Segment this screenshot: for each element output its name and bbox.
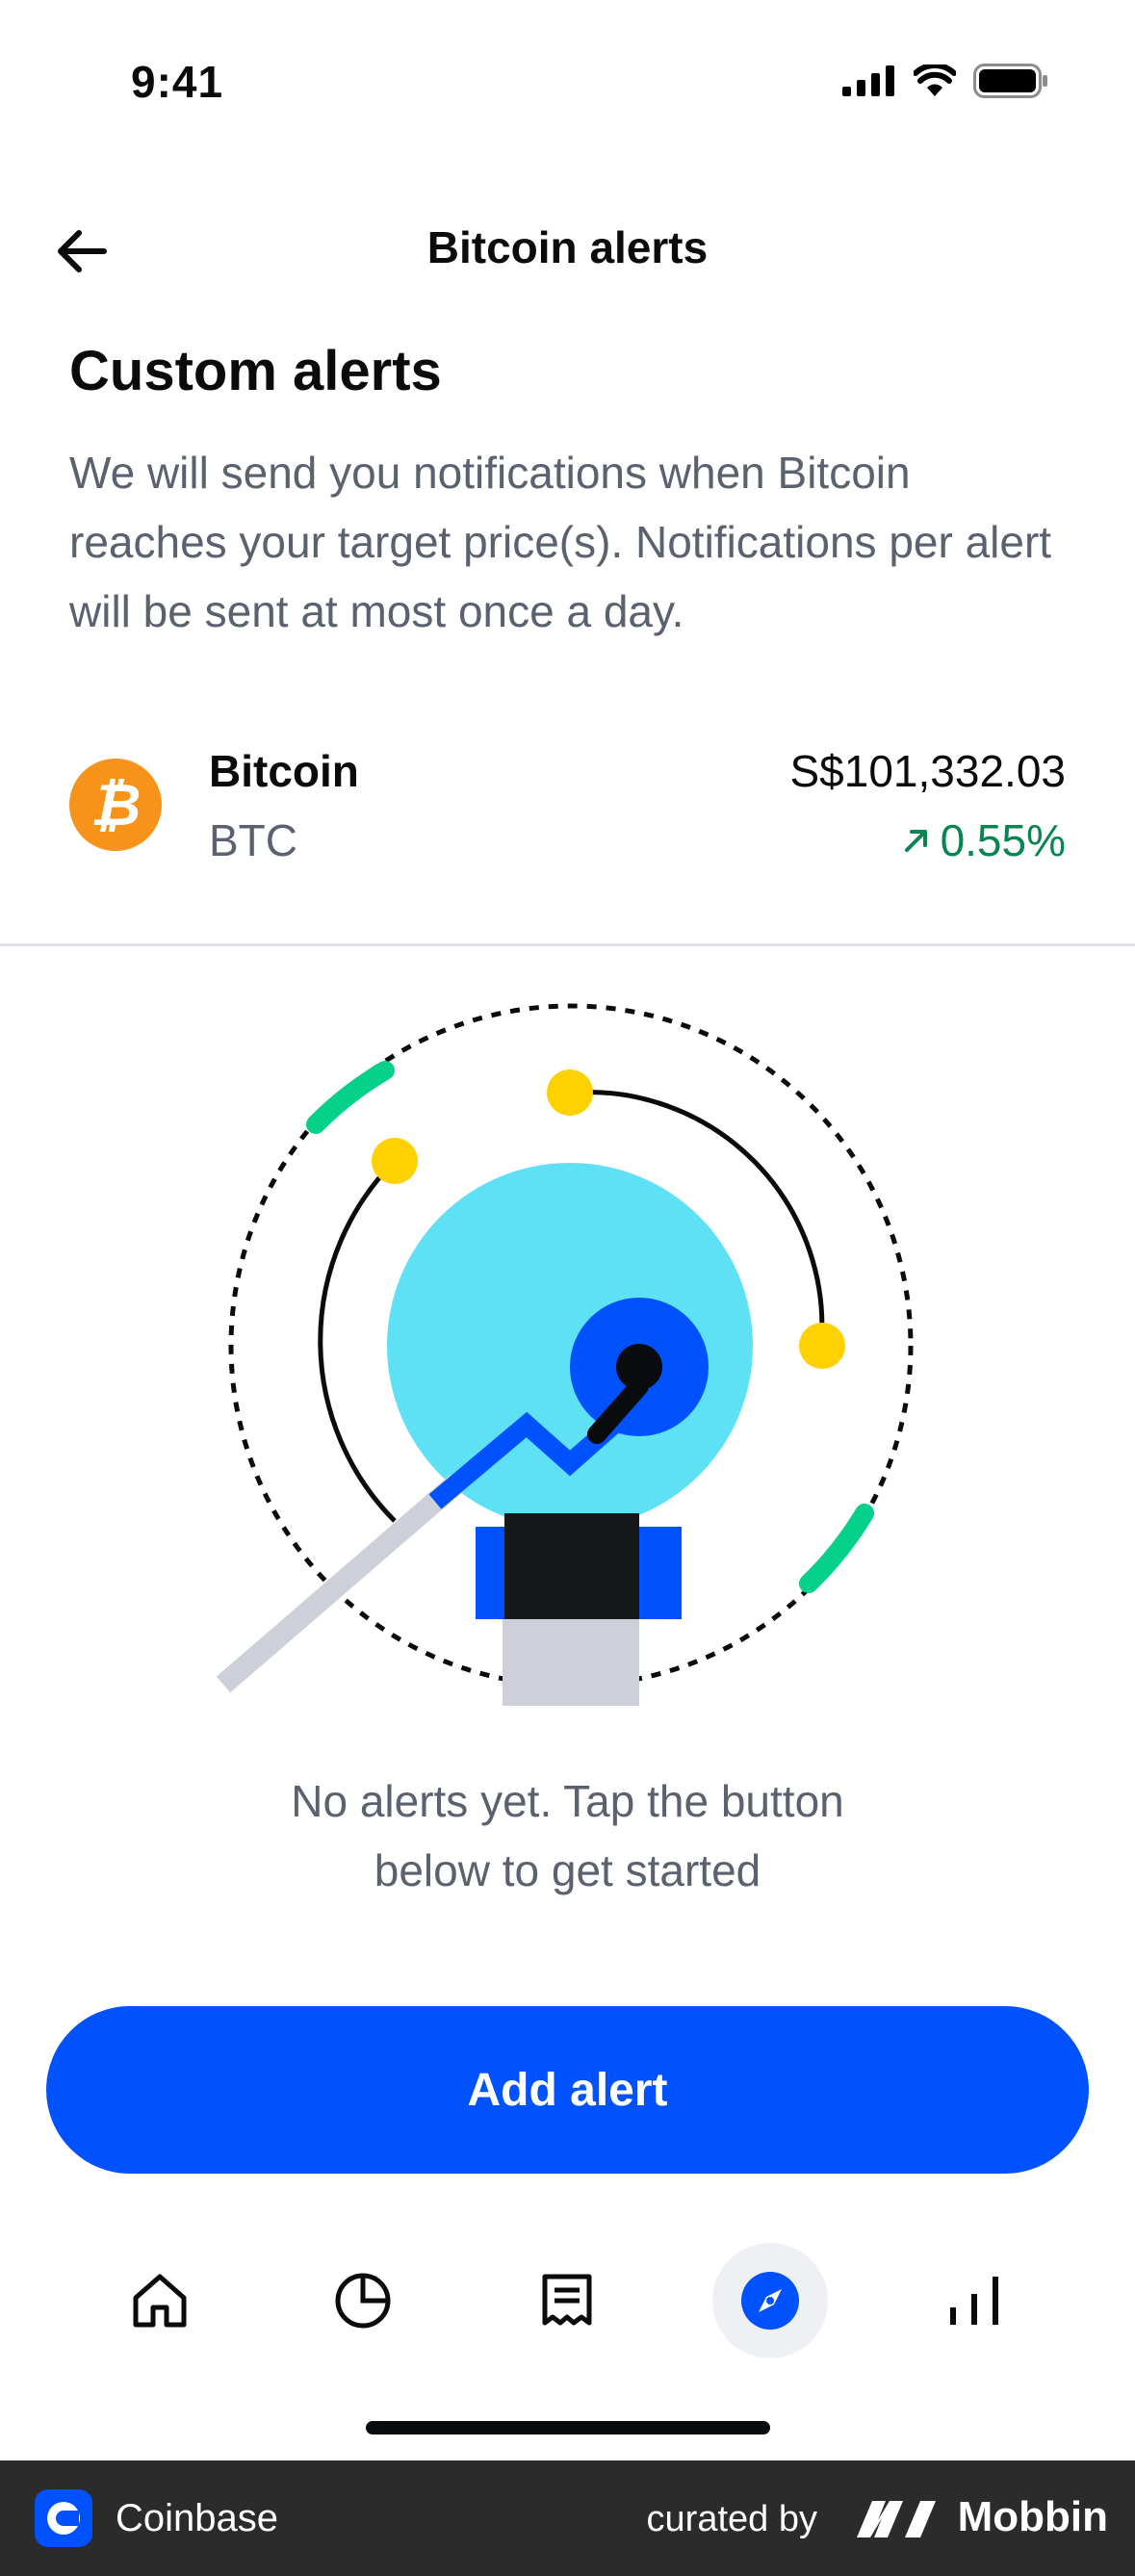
bottom-tab-bar (0, 2243, 1135, 2368)
tab-stats[interactable] (916, 2243, 1032, 2358)
tab-home[interactable] (102, 2243, 218, 2358)
status-icons (842, 64, 1048, 98)
portfolio-pie-icon (335, 2273, 391, 2329)
explore-compass-icon (741, 2272, 799, 2330)
navigation-header: Bitcoin alerts (0, 193, 1135, 308)
page-title: Bitcoin alerts (426, 222, 709, 272)
tab-explore[interactable] (712, 2243, 828, 2358)
status-bar: 9:41 (0, 0, 1135, 164)
tab-portfolio[interactable] (305, 2243, 421, 2358)
divider (0, 943, 1135, 946)
footer-brand: Mobbin (957, 2493, 1108, 2540)
empty-state-line-1: No alerts yet. Tap the button (291, 1776, 844, 1826)
asset-price: S$101,332.03 (789, 746, 1067, 796)
wifi-icon (914, 64, 956, 96)
status-time: 9:41 (131, 57, 224, 107)
arrow-up-right-icon (904, 830, 927, 852)
asset-row[interactable]: ₿ Bitcoin BTC S$101,332.03 0.55% (69, 741, 1066, 866)
mobbin-logo-icon (857, 2501, 936, 2537)
add-alert-button[interactable]: Add alert (46, 2006, 1089, 2174)
section-description: We will send you notifications when Bitc… (69, 448, 1052, 636)
transactions-receipt-icon (542, 2274, 592, 2326)
asset-change-value: 0.55% (940, 815, 1066, 865)
footer-curated-by: curated by (646, 2499, 817, 2539)
empty-state-line-2: below to get started (374, 1845, 761, 1895)
asset-ticker: BTC (209, 815, 297, 865)
alerts-illustration (216, 1003, 914, 1706)
coinbase-logo-icon (35, 2489, 92, 2547)
asset-name: Bitcoin (209, 746, 359, 796)
bitcoin-logo-icon: ₿ (69, 759, 162, 851)
home-icon (133, 2274, 187, 2328)
empty-state-message: No alerts yet. Tap the button below to g… (0, 1766, 1135, 1905)
attribution-footer: Coinbase curated by Mobbin (0, 2460, 1135, 2576)
section-title: Custom alerts (69, 340, 442, 402)
battery-icon (973, 64, 1047, 98)
tab-transactions[interactable] (509, 2243, 625, 2358)
cellular-signal-icon (842, 65, 894, 96)
bitcoin-logo-glyph: ₿ (90, 772, 142, 837)
asset-change: 0.55% (902, 814, 1066, 866)
home-indicator (366, 2421, 770, 2434)
stats-bar-icon (950, 2277, 998, 2325)
footer-app-name: Coinbase (116, 2497, 279, 2539)
